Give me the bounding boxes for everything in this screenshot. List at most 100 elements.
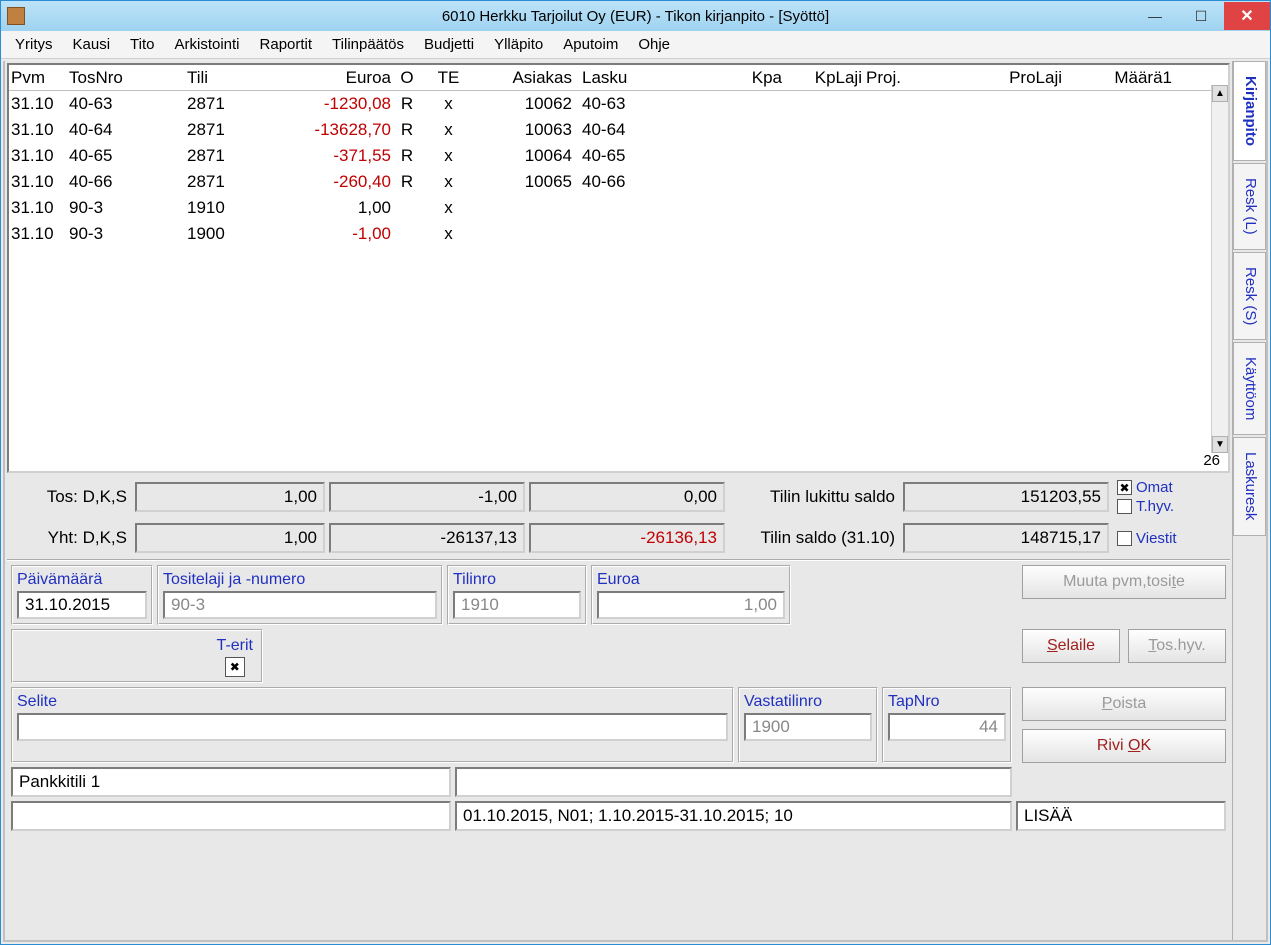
table-row[interactable]: 31.1090-31900-1,00x (9, 221, 1228, 247)
transactions-grid[interactable]: Pvm TosNro Tili Euroa O TE Asiakas Lasku… (7, 63, 1230, 473)
muuta-button[interactable]: Muuta pvm,tosite (1022, 565, 1226, 599)
menu-tilinpaatos[interactable]: Tilinpäätös (322, 32, 414, 57)
app-window: 6010 Herkku Tarjoilut Oy (EUR) - Tikon k… (0, 0, 1271, 945)
main-column: Pvm TosNro Tili Euroa O TE Asiakas Lasku… (5, 61, 1232, 940)
hdr-pvm[interactable]: Pvm (9, 68, 67, 88)
tab-resk-l[interactable]: Resk (L) (1233, 163, 1266, 250)
app-icon (7, 7, 25, 25)
chk-viestit[interactable]: Viestit (1117, 530, 1177, 547)
window-controls: — ☐ ✕ (1132, 2, 1270, 30)
hdr-proj[interactable]: Proj. (864, 68, 944, 88)
menu-ohje[interactable]: Ohje (628, 32, 680, 57)
hdr-asiakas[interactable]: Asiakas (476, 68, 574, 88)
tositelaji-input[interactable] (163, 591, 437, 619)
check-column: ✖Omat T.hyv. (1117, 479, 1174, 515)
menu-kausi[interactable]: Kausi (63, 32, 121, 57)
hdr-lasku[interactable]: Lasku (574, 68, 684, 88)
toshyv-button[interactable]: Tos.hyv. (1128, 629, 1226, 663)
vertical-scrollbar[interactable]: ▲ ▼ (1211, 85, 1228, 453)
menu-yllapito[interactable]: Ylläpito (484, 32, 553, 57)
checkbox-icon: ✖ (1117, 480, 1132, 495)
locked-value: 151203,55 (903, 482, 1109, 512)
close-button[interactable]: ✕ (1224, 2, 1270, 30)
tos-k: -1,00 (329, 482, 525, 512)
menu-budjetti[interactable]: Budjetti (414, 32, 484, 57)
client-area: Pvm TosNro Tili Euroa O TE Asiakas Lasku… (3, 61, 1268, 942)
yht-label: Yht: D,K,S (11, 528, 131, 548)
tab-kirjanpito[interactable]: Kirjanpito (1233, 61, 1266, 161)
tos-s: 0,00 (529, 482, 725, 512)
terit-label: T-erit (217, 635, 253, 657)
euroa-input[interactable] (597, 591, 785, 619)
riviok-button[interactable]: Rivi OK (1022, 729, 1226, 763)
grid-body: 31.1040-632871-1230,08Rx1006240-6331.104… (9, 91, 1228, 247)
grid-header: Pvm TosNro Tili Euroa O TE Asiakas Lasku… (9, 65, 1228, 91)
table-row[interactable]: 31.1090-319101,00x (9, 195, 1228, 221)
pvm-input[interactable] (17, 591, 147, 619)
saldo-label: Tilin saldo (31.10) (729, 528, 899, 548)
pvm-label: Päivämäärä (17, 569, 147, 591)
hdr-te[interactable]: TE (421, 68, 476, 88)
window-title: 6010 Herkku Tarjoilut Oy (EUR) - Tikon k… (0, 8, 1271, 25)
table-row[interactable]: 31.1040-642871-13628,70Rx1006340-64 (9, 117, 1228, 143)
hdr-kpa[interactable]: Kpa (684, 68, 784, 88)
selite-label: Selite (17, 691, 728, 713)
chk-thyv[interactable]: T.hyv. (1117, 498, 1174, 515)
menu-tito[interactable]: Tito (120, 32, 164, 57)
tos-label: Tos: D,K,S (11, 487, 131, 507)
checkbox-icon (1117, 531, 1132, 546)
hdr-prolaji[interactable]: ProLaji (944, 68, 1064, 88)
chk-omat[interactable]: ✖Omat (1117, 479, 1174, 496)
selaile-button[interactable]: Selaile (1022, 629, 1120, 663)
vastatili-input[interactable] (744, 713, 872, 741)
checkbox-icon (1117, 499, 1132, 514)
saldo-value: 148715,17 (903, 523, 1109, 553)
check-column-2: Viestit (1117, 530, 1177, 547)
grid-row-count: 26 (1197, 450, 1226, 471)
entry-panel: Päivämäärä Tositelaji ja -numero Tilinro (7, 559, 1230, 938)
tapnro-label: TapNro (888, 691, 1006, 713)
minimize-button[interactable]: — (1132, 2, 1178, 30)
desc2-box (455, 767, 1012, 797)
tab-laskuresk[interactable]: Laskuresk (1233, 437, 1266, 535)
menu-aputoim[interactable]: Aputoim (553, 32, 628, 57)
mode-box: LISÄÄ (1016, 801, 1226, 831)
side-tabs: Kirjanpito Resk (L) Resk (S) Käyttöom La… (1232, 61, 1266, 940)
hdr-maara1[interactable]: Määrä1 (1064, 68, 1174, 88)
yht-d: 1,00 (135, 523, 325, 553)
selite-input[interactable] (17, 713, 728, 741)
totals-panel: Tos: D,K,S 1,00 -1,00 0,00 Tilin lukittu… (7, 473, 1230, 559)
desc1-box: Pankkitili 1 (11, 767, 451, 797)
hdr-tili[interactable]: Tili (185, 68, 265, 88)
locked-label: Tilin lukittu saldo (729, 487, 899, 507)
tositelaji-label: Tositelaji ja -numero (163, 569, 437, 591)
yht-k: -26137,13 (329, 523, 525, 553)
menubar: Yritys Kausi Tito Arkistointi Raportit T… (1, 31, 1270, 59)
tilinro-input[interactable] (453, 591, 581, 619)
titlebar: 6010 Herkku Tarjoilut Oy (EUR) - Tikon k… (1, 1, 1270, 31)
menu-raportit[interactable]: Raportit (250, 32, 323, 57)
tab-kayttoom[interactable]: Käyttöom (1233, 342, 1266, 435)
euroa-label: Euroa (597, 569, 785, 591)
table-row[interactable]: 31.1040-662871-260,40Rx1006540-66 (9, 169, 1228, 195)
tab-resk-s[interactable]: Resk (S) (1233, 252, 1266, 340)
yht-s: -26136,13 (529, 523, 725, 553)
tos-d: 1,00 (135, 482, 325, 512)
desc3-box (11, 801, 451, 831)
vastatili-label: Vastatilinro (744, 691, 872, 713)
menu-yritys[interactable]: Yritys (5, 32, 63, 57)
poista-button[interactable]: Poista (1022, 687, 1226, 721)
terit-checkbox[interactable]: ✖ (225, 657, 245, 677)
tilinro-label: Tilinro (453, 569, 581, 591)
tapnro-input[interactable] (888, 713, 1006, 741)
table-row[interactable]: 31.1040-652871-371,55Rx1006440-65 (9, 143, 1228, 169)
maximize-button[interactable]: ☐ (1178, 2, 1224, 30)
scroll-up-icon[interactable]: ▲ (1212, 85, 1228, 102)
period-box: 01.10.2015, N01; 1.10.2015-31.10.2015; 1… (455, 801, 1012, 831)
menu-arkistointi[interactable]: Arkistointi (164, 32, 249, 57)
hdr-kplaji[interactable]: KpLaji (784, 68, 864, 88)
hdr-euroa[interactable]: Euroa (265, 68, 393, 88)
table-row[interactable]: 31.1040-632871-1230,08Rx1006240-63 (9, 91, 1228, 117)
hdr-tosnro[interactable]: TosNro (67, 68, 185, 88)
hdr-o[interactable]: O (393, 68, 421, 88)
